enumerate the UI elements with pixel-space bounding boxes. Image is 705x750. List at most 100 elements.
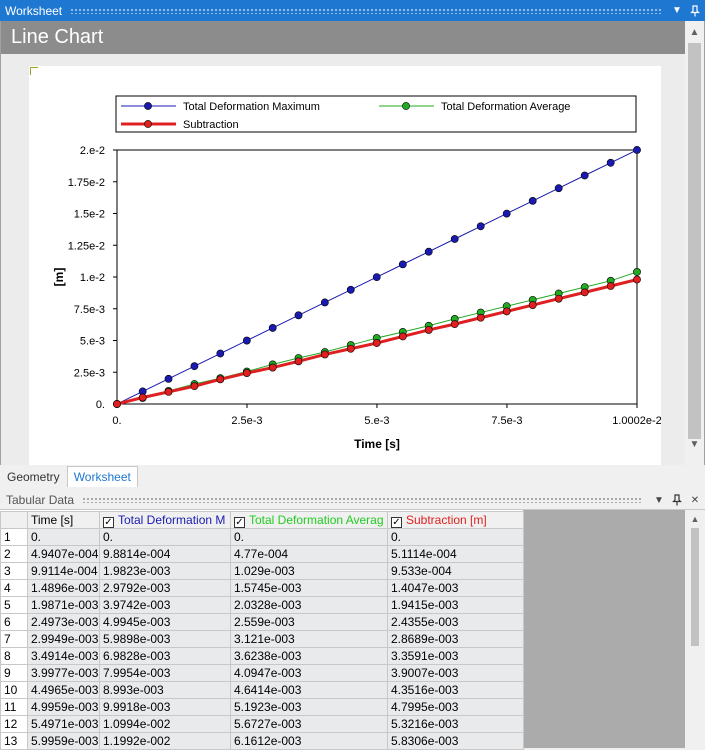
scroll-down-icon[interactable]: ▼ xyxy=(685,435,704,453)
column-header[interactable]: ✓ Subtraction [m] xyxy=(387,511,524,529)
table-cell[interactable]: 4.3516e-003 xyxy=(387,681,524,699)
column-header[interactable]: Time [s] xyxy=(27,511,100,529)
row-number[interactable]: 3 xyxy=(0,562,28,580)
row-number[interactable]: 12 xyxy=(0,715,28,733)
table-row[interactable]: 11 4.9959e-003 9.9918e-003 5.1923e-003 4.799… xyxy=(0,698,524,716)
table-cell[interactable]: 4.9407e-004 xyxy=(27,545,100,563)
table-cell[interactable]: 0. xyxy=(387,528,524,546)
table-cell[interactable]: 2.4973e-003 xyxy=(27,613,100,631)
table-scrollbar[interactable]: ▲ xyxy=(685,510,705,748)
table-cell[interactable]: 2.0328e-003 xyxy=(230,596,388,614)
tab-worksheet[interactable]: Worksheet xyxy=(66,466,138,487)
table-cell[interactable]: 9.9918e-003 xyxy=(99,698,231,716)
dropdown-arrow-icon[interactable]: ▼ xyxy=(669,3,685,19)
table-row[interactable]: 12 5.4971e-003 1.0994e-002 5.6727e-003 5.321… xyxy=(0,715,524,733)
table-cell[interactable]: 2.8689e-003 xyxy=(387,630,524,648)
table-cell[interactable]: 1.4896e-003 xyxy=(27,579,100,597)
table-cell[interactable]: 3.6238e-003 xyxy=(230,647,388,665)
table-cell[interactable]: 7.9954e-003 xyxy=(99,664,231,682)
table-cell[interactable]: 0. xyxy=(27,528,100,546)
table-cell[interactable]: 3.121e-003 xyxy=(230,630,388,648)
table-cell[interactable]: 2.559e-003 xyxy=(230,613,388,631)
data-point xyxy=(424,247,433,256)
table-cell[interactable]: 1.9871e-003 xyxy=(27,596,100,614)
table-cell[interactable]: 5.6727e-003 xyxy=(230,715,388,733)
table-cell[interactable]: 2.9792e-003 xyxy=(99,579,231,597)
row-number[interactable]: 1 xyxy=(0,528,28,546)
scroll-up-icon[interactable]: ▲ xyxy=(685,511,705,527)
table-cell[interactable]: 3.9007e-003 xyxy=(387,664,524,682)
table-cell[interactable]: 1.9415e-003 xyxy=(387,596,524,614)
table-row[interactable]: 8 3.4914e-003 6.9828e-003 3.6238e-003 3.3591… xyxy=(0,647,524,665)
table-cell[interactable]: 4.0947e-003 xyxy=(230,664,388,682)
table-cell[interactable]: 3.3591e-003 xyxy=(387,647,524,665)
column-header[interactable]: ✓ Total Deformation M xyxy=(99,511,231,529)
table-cell[interactable]: 0. xyxy=(99,528,231,546)
table-cell[interactable]: 5.1923e-003 xyxy=(230,698,388,716)
table-cell[interactable]: 3.9977e-003 xyxy=(27,664,100,682)
table-cell[interactable]: 9.9114e-004 xyxy=(27,562,100,580)
pin-icon[interactable] xyxy=(669,492,685,508)
y-tick-label: 0. xyxy=(96,399,105,411)
table-cell[interactable]: 1.0994e-002 xyxy=(99,715,231,733)
table-row[interactable]: 10 4.4965e-003 8.993e-003 4.6414e-003 4.3516… xyxy=(0,681,524,699)
scroll-thumb[interactable] xyxy=(688,43,701,439)
table-cell[interactable]: 4.9959e-003 xyxy=(27,698,100,716)
table-row[interactable]: 7 2.9949e-003 5.9898e-003 3.121e-003 2.8689e… xyxy=(0,630,524,648)
worksheet-scrollbar[interactable]: ▲ ▼ xyxy=(685,21,704,465)
table-cell[interactable]: 5.1114e-004 xyxy=(387,545,524,563)
table-cell[interactable]: 4.4965e-003 xyxy=(27,681,100,699)
pin-icon[interactable] xyxy=(687,3,703,19)
line-chart[interactable]: 0. 2.5e-3 5.e-3 7.5e-3 1.e-2 1.25e-2 1.5e-2 1.7… xyxy=(29,66,661,465)
row-number[interactable]: 11 xyxy=(0,698,28,716)
table-cell[interactable]: 1.9823e-003 xyxy=(99,562,231,580)
table-row[interactable]: 5 1.9871e-003 3.9742e-003 2.0328e-003 1.9415… xyxy=(0,596,524,614)
tab-geometry[interactable]: Geometry xyxy=(0,466,67,487)
table-cell[interactable]: 0. xyxy=(230,528,388,546)
row-number[interactable]: 9 xyxy=(0,664,28,682)
scroll-up-icon[interactable]: ▲ xyxy=(685,23,704,41)
table-cell[interactable]: 1.4047e-003 xyxy=(387,579,524,597)
table-cell[interactable]: 8.993e-003 xyxy=(99,681,231,699)
dropdown-arrow-icon[interactable]: ▼ xyxy=(651,492,667,508)
table-cell[interactable]: 4.7995e-003 xyxy=(387,698,524,716)
table-cell[interactable]: 1.029e-003 xyxy=(230,562,388,580)
table-cell[interactable]: 5.3216e-003 xyxy=(387,715,524,733)
table-cell[interactable]: 2.4355e-003 xyxy=(387,613,524,631)
table-row[interactable]: 1 0. 0. 0. 0. xyxy=(0,528,524,546)
column-header[interactable]: ✓ Total Deformation Averag xyxy=(230,511,388,529)
data-table[interactable]: Time [s] ✓ Total Deformation M ✓ Total Defor… xyxy=(0,511,524,750)
table-cell[interactable]: 4.9945e-003 xyxy=(99,613,231,631)
table-cell[interactable]: 3.9742e-003 xyxy=(99,596,231,614)
table-row[interactable]: 6 2.4973e-003 4.9945e-003 2.559e-003 2.4355e… xyxy=(0,613,524,631)
close-icon[interactable]: ✕ xyxy=(687,492,703,508)
table-row[interactable]: 2 4.9407e-004 9.8814e-004 4.77e-004 5.1114e-… xyxy=(0,545,524,563)
empty-grid-area xyxy=(523,510,685,748)
table-cell[interactable]: 4.6414e-003 xyxy=(230,681,388,699)
row-number[interactable]: 6 xyxy=(0,613,28,631)
row-number[interactable]: 5 xyxy=(0,596,28,614)
table-cell[interactable]: 4.77e-004 xyxy=(230,545,388,563)
row-number[interactable]: 8 xyxy=(0,647,28,665)
table-cell[interactable]: 3.4914e-003 xyxy=(27,647,100,665)
table-cell[interactable]: 5.4971e-003 xyxy=(27,715,100,733)
table-cell[interactable]: 5.9898e-003 xyxy=(99,630,231,648)
table-cell[interactable]: 9.8814e-004 xyxy=(99,545,231,563)
table-cell[interactable]: 6.9828e-003 xyxy=(99,647,231,665)
column-checkbox[interactable]: ✓ xyxy=(103,516,114,528)
row-number[interactable]: 4 xyxy=(0,579,28,597)
column-header[interactable] xyxy=(0,511,28,529)
row-number[interactable]: 10 xyxy=(0,681,28,699)
scroll-thumb[interactable] xyxy=(691,528,699,646)
table-row[interactable]: 3 9.9114e-004 1.9823e-003 1.029e-003 9.533e-… xyxy=(0,562,524,580)
table-cell[interactable]: 1.5745e-003 xyxy=(230,579,388,597)
data-point xyxy=(320,350,329,359)
table-row[interactable]: 4 1.4896e-003 2.9792e-003 1.5745e-003 1.4047… xyxy=(0,579,524,597)
table-row[interactable]: 9 3.9977e-003 7.9954e-003 4.0947e-003 3.9007… xyxy=(0,664,524,682)
table-cell[interactable]: 2.9949e-003 xyxy=(27,630,100,648)
row-number[interactable]: 7 xyxy=(0,630,28,648)
column-checkbox[interactable]: ✓ xyxy=(234,516,245,528)
column-checkbox[interactable]: ✓ xyxy=(391,516,402,528)
table-cell[interactable]: 9.533e-004 xyxy=(387,562,524,580)
row-number[interactable]: 2 xyxy=(0,545,28,563)
